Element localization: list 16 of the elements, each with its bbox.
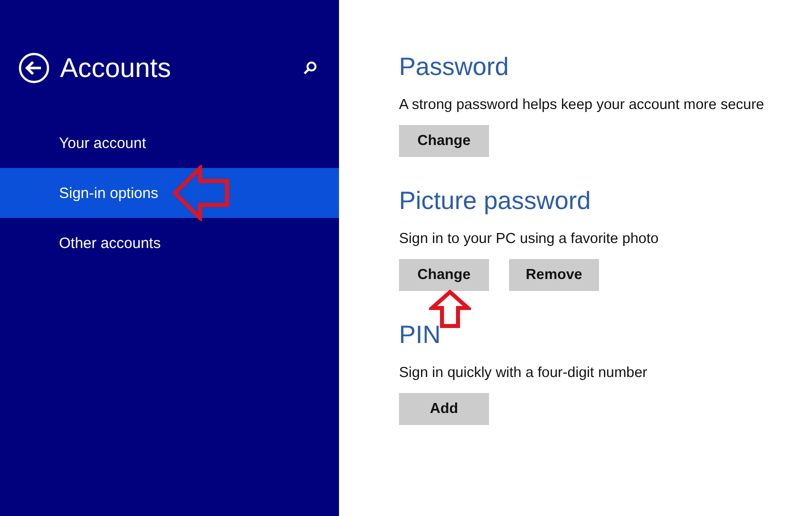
section-description: Sign in to your PC using a favorite photo <box>399 231 660 249</box>
action-button[interactable]: Remove <box>509 259 599 291</box>
action-button[interactable]: Add <box>399 393 489 425</box>
nav-item[interactable]: Other accounts <box>0 218 339 268</box>
nav-item[interactable]: Your account <box>0 118 339 168</box>
section-heading: PIN <box>399 321 442 351</box>
section-description: Sign in quickly with a four-digit number <box>399 365 648 383</box>
back-icon[interactable] <box>18 52 50 84</box>
nav-item[interactable]: Sign-in options <box>0 168 339 218</box>
section-heading: Picture password <box>399 187 592 217</box>
action-button[interactable]: Change <box>399 125 489 157</box>
action-button[interactable]: Change <box>399 259 489 291</box>
section-heading: Password <box>399 53 510 83</box>
section-description: A strong password helps keep your account more secure <box>399 97 764 115</box>
page-title: Accounts <box>60 52 172 84</box>
search-icon[interactable] <box>303 61 317 75</box>
